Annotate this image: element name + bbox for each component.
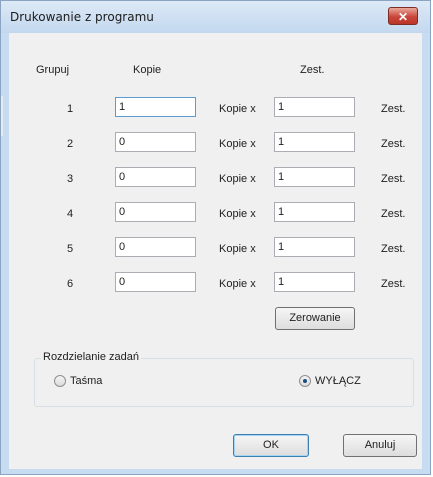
group-number: 3 (66, 173, 74, 185)
sets-input[interactable] (274, 97, 355, 117)
radio-button-icon[interactable] (54, 375, 66, 387)
copies-input[interactable] (115, 97, 196, 117)
dialog-body: Grupuj Kopie Zest. 1 Kopie x Zest. 2 Kop… (9, 33, 422, 469)
radio-tasma-label: Taśma (70, 375, 103, 387)
radio-off[interactable]: WYŁĄCZ (299, 375, 361, 387)
window-edge-highlight (1, 96, 3, 136)
sets-label: Zest. (381, 103, 406, 115)
close-icon: ✕ (397, 10, 409, 24)
copies-x-label: Kopie x (219, 278, 256, 290)
sets-input[interactable] (274, 272, 355, 292)
copies-input[interactable] (115, 272, 196, 292)
sets-label: Zest. (381, 243, 406, 255)
job-split-label: Rozdzielanie zadań (41, 351, 142, 363)
close-button[interactable]: ✕ (388, 7, 418, 25)
sets-input[interactable] (274, 167, 355, 187)
copies-x-label: Kopie x (219, 138, 256, 150)
copies-x-label: Kopie x (219, 243, 256, 255)
group-number: 6 (66, 278, 74, 290)
group-number: 4 (66, 208, 74, 220)
sets-input[interactable] (274, 132, 355, 152)
cancel-button[interactable]: Anuluj (343, 434, 417, 457)
sets-label: Zest. (381, 278, 406, 290)
window-title: Drukowanie z programu (10, 10, 154, 24)
title-bar[interactable]: Drukowanie z programu ✕ (1, 1, 430, 33)
copies-input[interactable] (115, 132, 196, 152)
sets-input[interactable] (274, 237, 355, 257)
group-number: 2 (66, 138, 74, 150)
copies-x-label: Kopie x (219, 103, 256, 115)
group-number: 5 (66, 243, 74, 255)
radio-off-label: WYŁĄCZ (315, 375, 361, 387)
copies-input[interactable] (115, 202, 196, 222)
group-number: 1 (66, 103, 74, 115)
header-group: Grupuj (36, 64, 70, 76)
copies-input[interactable] (115, 167, 196, 187)
radio-tasma[interactable]: Taśma (54, 375, 102, 387)
copies-x-label: Kopie x (219, 208, 256, 220)
sets-input[interactable] (274, 202, 355, 222)
header-sets: Zest. (300, 64, 325, 76)
copies-input[interactable] (115, 237, 196, 257)
print-dialog: Drukowanie z programu ✕ Grupuj Kopie Zes… (0, 0, 431, 475)
radio-button-checked-icon[interactable] (299, 375, 311, 387)
sets-label: Zest. (381, 208, 406, 220)
sets-label: Zest. (381, 138, 406, 150)
ok-button[interactable]: OK (233, 434, 309, 457)
reset-button[interactable]: Zerowanie (275, 307, 355, 330)
copies-x-label: Kopie x (219, 173, 256, 185)
sets-label: Zest. (381, 173, 406, 185)
header-copies: Kopie (133, 64, 162, 76)
